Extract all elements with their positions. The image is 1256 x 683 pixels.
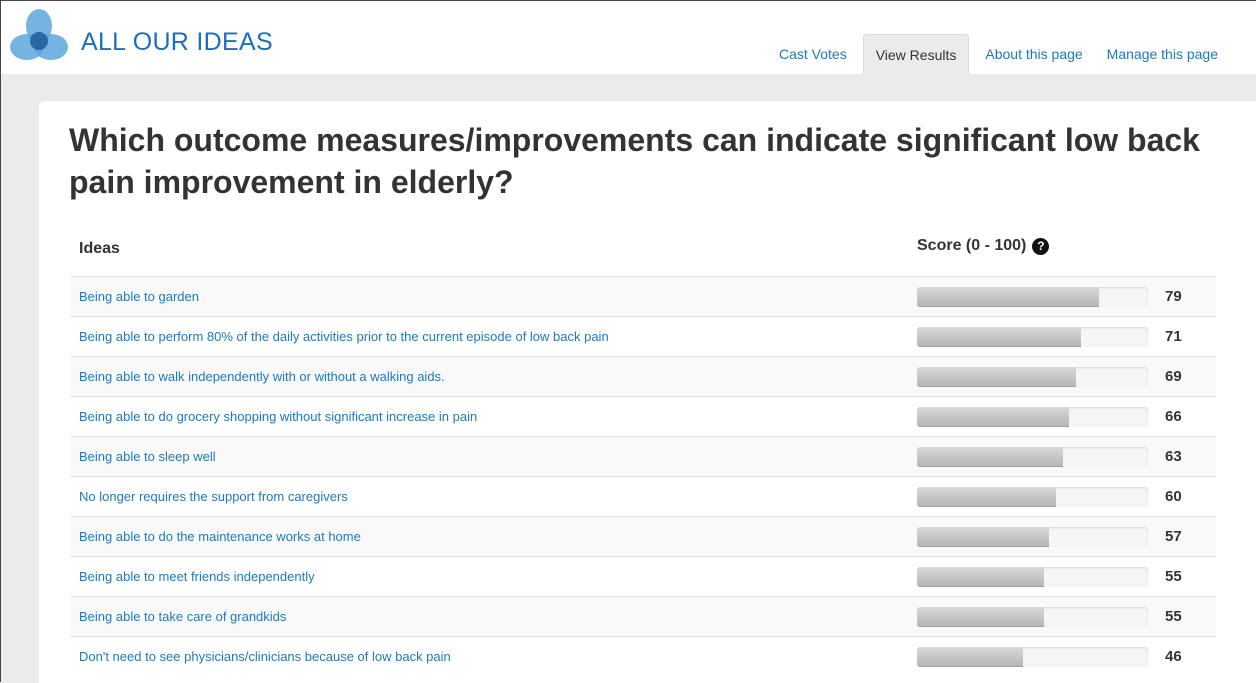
header-bar: ALL OUR IDEAS Cast Votes View Results Ab… xyxy=(1,1,1256,74)
tab-bar: Cast Votes View Results About this page … xyxy=(767,34,1230,74)
score-bar xyxy=(917,287,1148,307)
score-bar-fill xyxy=(917,447,1063,467)
score-bar xyxy=(917,487,1148,507)
score-bar-fill xyxy=(917,647,1024,667)
tab-view-results[interactable]: View Results xyxy=(862,34,970,74)
score-bar xyxy=(917,367,1148,387)
table-row: Being able to take care of grandkids 55 xyxy=(71,596,1216,636)
tab-cast-votes[interactable]: Cast Votes xyxy=(767,34,859,74)
idea-link[interactable]: Being able to walk independently with or… xyxy=(79,369,445,384)
table-row: No longer requires the support from care… xyxy=(71,476,1216,516)
idea-link[interactable]: Don't need to see physicians/clinicians … xyxy=(79,649,451,664)
table-row: Being able to walk independently with or… xyxy=(71,356,1216,396)
score-value: 46 xyxy=(1165,648,1182,665)
ideas-column-header: Ideas xyxy=(79,240,120,257)
score-value: 60 xyxy=(1165,488,1182,505)
score-value: 55 xyxy=(1165,608,1182,625)
score-value: 66 xyxy=(1165,408,1182,425)
score-bar-fill xyxy=(917,527,1049,547)
score-column-header: Score (0 - 100) ? xyxy=(917,237,1050,255)
score-header-label: Score (0 - 100) xyxy=(917,237,1027,254)
score-bar xyxy=(917,647,1148,667)
score-value: 57 xyxy=(1165,528,1182,545)
table-row: Being able to garden 79 xyxy=(71,276,1216,316)
logo-icon[interactable] xyxy=(9,9,69,67)
idea-link[interactable]: Being able to do the maintenance works a… xyxy=(79,529,361,544)
score-bar xyxy=(917,327,1148,347)
idea-link[interactable]: Being able to perform 80% of the daily a… xyxy=(79,329,609,344)
question-circle-icon[interactable]: ? xyxy=(1032,237,1050,255)
score-bar-fill xyxy=(917,607,1045,627)
idea-link[interactable]: Being able to sleep well xyxy=(79,449,216,464)
score-bar-fill xyxy=(917,287,1100,307)
table-row: Don't need to see physicians/clinicians … xyxy=(71,636,1216,676)
score-bar-fill xyxy=(917,487,1056,507)
score-bar xyxy=(917,447,1148,467)
score-bar xyxy=(917,607,1148,627)
idea-link[interactable]: Being able to do grocery shopping withou… xyxy=(79,409,477,424)
score-value: 63 xyxy=(1165,448,1182,465)
table-row: Being able to meet friends independently… xyxy=(71,556,1216,596)
score-bar-fill xyxy=(917,327,1081,347)
tab-manage-page[interactable]: Manage this page xyxy=(1095,34,1230,74)
table-row: Being able to perform 80% of the daily a… xyxy=(71,316,1216,356)
page-title: Which outcome measures/improvements can … xyxy=(69,122,1200,200)
ideas-table: Being able to garden 79 Being able to perf… xyxy=(71,276,1216,676)
score-bar xyxy=(917,527,1148,547)
score-bar xyxy=(917,407,1148,427)
score-value: 71 xyxy=(1165,328,1182,345)
score-bar-fill xyxy=(917,567,1045,587)
score-bar-fill xyxy=(917,367,1077,387)
score-value: 69 xyxy=(1165,368,1182,385)
idea-link[interactable]: Being able to take care of grandkids xyxy=(79,609,286,624)
idea-link[interactable]: Being able to garden xyxy=(79,289,199,304)
table-row: Being able to sleep well 63 xyxy=(71,436,1216,476)
results-panel: Which outcome measures/improvements can … xyxy=(39,101,1256,683)
score-bar-fill xyxy=(917,407,1070,427)
table-row: Being able to do the maintenance works a… xyxy=(71,516,1216,556)
table-row: Being able to do grocery shopping withou… xyxy=(71,396,1216,436)
score-value: 79 xyxy=(1165,288,1182,305)
score-value: 55 xyxy=(1165,568,1182,585)
idea-link[interactable]: No longer requires the support from care… xyxy=(79,489,348,504)
idea-link[interactable]: Being able to meet friends independently xyxy=(79,569,315,584)
tab-about-page[interactable]: About this page xyxy=(973,34,1094,74)
score-bar xyxy=(917,567,1148,587)
brand-name[interactable]: ALL OUR IDEAS xyxy=(81,28,273,57)
